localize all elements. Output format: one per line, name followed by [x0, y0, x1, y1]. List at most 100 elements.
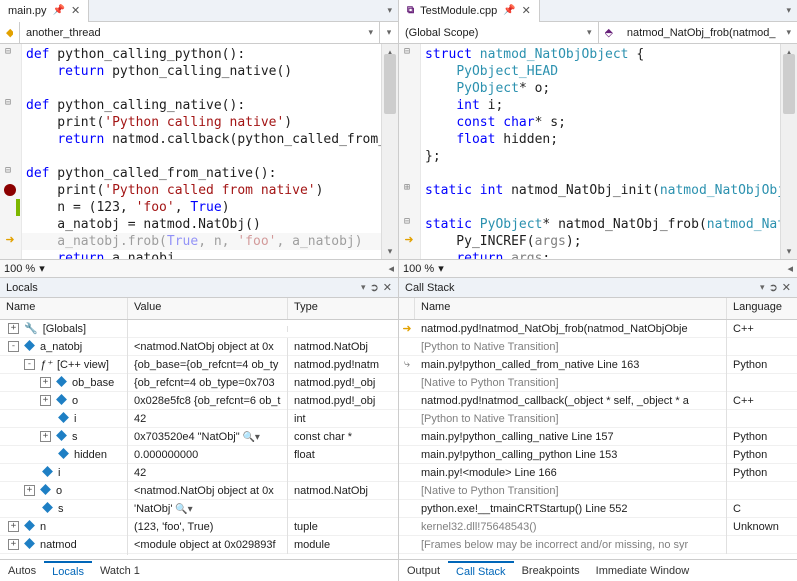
code-line[interactable]: [425, 165, 780, 182]
col-type[interactable]: Type: [288, 298, 398, 319]
close-icon[interactable]: ✕: [782, 281, 791, 294]
outline-toggle[interactable]: ⊟: [0, 165, 16, 176]
var-value[interactable]: 0x703520e4 "NatObj" 🔍▾: [128, 428, 288, 446]
code-line[interactable]: const char* s;: [425, 114, 780, 131]
scope-dropdown-left[interactable]: another_thread ▾: [20, 22, 380, 43]
col-name[interactable]: Name: [0, 298, 128, 319]
locals-title-bar[interactable]: Locals ▾ ➲ ✕: [0, 278, 398, 298]
locals-row[interactable]: +o0x028e5fc8 {ob_refcnt=6 ob_tnatmod.pyd…: [0, 392, 398, 410]
visualizer-icon[interactable]: 🔍▾: [172, 504, 192, 515]
code-line[interactable]: int i;: [425, 97, 780, 114]
outline-toggle[interactable]: ⊟: [0, 46, 16, 57]
locals-row[interactable]: hidden0.000000000float: [0, 446, 398, 464]
scroll-left-icon[interactable]: ◂: [388, 262, 394, 275]
scroll-down-icon[interactable]: ▾: [781, 243, 797, 259]
code-line[interactable]: struct natmod_NatObjObject {: [425, 46, 780, 63]
callstack-row[interactable]: [Python to Native Transition]: [399, 338, 797, 356]
code-line[interactable]: print('Python calling native'): [26, 114, 381, 131]
code-line[interactable]: return args;: [425, 250, 780, 259]
callstack-title-bar[interactable]: Call Stack ▾ ➲ ✕: [399, 278, 797, 298]
var-value[interactable]: 0.000000000: [128, 446, 288, 464]
expand-toggle[interactable]: +: [8, 521, 19, 532]
code-line[interactable]: def python_called_from_native():: [26, 165, 381, 182]
expand-toggle[interactable]: -: [8, 341, 19, 352]
footer-tab[interactable]: Locals: [44, 561, 92, 581]
var-value[interactable]: 42: [128, 410, 288, 428]
footer-tab[interactable]: Output: [399, 562, 448, 580]
code-line[interactable]: static int natmod_NatObj_init(natmod_Nat…: [425, 182, 780, 199]
var-value[interactable]: 0x028e5fc8 {ob_refcnt=6 ob_t: [128, 392, 288, 410]
locals-row[interactable]: +natmod<module object at 0x029893fmodule: [0, 536, 398, 554]
callstack-row[interactable]: main.py!python_calling_native Line 157Py…: [399, 428, 797, 446]
outline-toggle[interactable]: ⊟: [399, 216, 415, 227]
expand-toggle[interactable]: +: [40, 377, 51, 388]
vertical-scrollbar[interactable]: ▴ ▾: [780, 44, 797, 259]
footer-tab[interactable]: Autos: [0, 562, 44, 580]
code-line[interactable]: n = (123, 'foo', True): [26, 199, 381, 216]
expand-toggle[interactable]: +: [40, 431, 51, 442]
locals-row[interactable]: i42int: [0, 410, 398, 428]
locals-row[interactable]: -ƒ⁺[C++ view]{ob_base={ob_refcnt=4 ob_ty…: [0, 356, 398, 374]
scroll-left-icon[interactable]: ◂: [787, 262, 793, 275]
zoom-dropdown[interactable]: 100 % ▾: [4, 262, 45, 275]
code-line[interactable]: Py_INCREF(args);: [425, 233, 780, 250]
nav-icon[interactable]: ◆: [0, 22, 20, 43]
var-value[interactable]: {ob_base={ob_refcnt=4 ob_ty: [128, 356, 288, 374]
zoom-dropdown[interactable]: 100 % ▾: [403, 262, 444, 275]
callstack-grid[interactable]: ➜natmod.pyd!natmod_NatObj_frob(natmod_Na…: [399, 320, 797, 559]
footer-tab[interactable]: Breakpoints: [514, 562, 588, 580]
var-value[interactable]: <natmod.NatObj object at 0x: [128, 482, 288, 500]
scope-dropdown-right[interactable]: (Global Scope) ▾: [399, 22, 599, 43]
code-line[interactable]: return natmod.callback(python_called_fro…: [26, 131, 381, 148]
chevron-down-icon[interactable]: ▾: [381, 5, 398, 16]
pin-icon[interactable]: 📌: [503, 5, 515, 16]
file-tab-testmodule-cpp[interactable]: ⧉ TestModule.cpp 📌 ✕: [399, 0, 540, 22]
var-value[interactable]: <module object at 0x029893f: [128, 536, 288, 554]
var-value[interactable]: 42: [128, 464, 288, 482]
expand-toggle[interactable]: +: [8, 323, 19, 334]
vertical-scrollbar[interactable]: ▴ ▾: [381, 44, 398, 259]
callstack-row[interactable]: ➜natmod.pyd!natmod_NatObj_frob(natmod_Na…: [399, 320, 797, 338]
code-text-right[interactable]: struct natmod_NatObjObject { PyObject_HE…: [421, 44, 780, 259]
editor-gutter-right[interactable]: ⊟⊞⊟➜: [399, 44, 421, 259]
visualizer-icon[interactable]: 🔍▾: [240, 432, 260, 443]
col-name[interactable]: Name: [415, 298, 727, 319]
locals-row[interactable]: +🔧[Globals]: [0, 320, 398, 338]
callstack-row[interactable]: kernel32.dll!75648543()Unknown: [399, 518, 797, 536]
col-value[interactable]: Value: [128, 298, 288, 319]
chevron-down-icon[interactable]: ▾: [780, 5, 797, 16]
code-line[interactable]: print('Python called from native'): [26, 182, 381, 199]
footer-tab[interactable]: Immediate Window: [588, 562, 698, 580]
expand-toggle[interactable]: +: [24, 485, 35, 496]
var-value[interactable]: {ob_refcnt=4 ob_type=0x703: [128, 374, 288, 392]
editor-gutter-left[interactable]: ⊟⊟⊟➜: [0, 44, 22, 259]
pin-icon[interactable]: ➲: [769, 281, 778, 294]
close-icon[interactable]: ✕: [383, 281, 392, 294]
outline-toggle[interactable]: ⊞: [399, 182, 415, 193]
locals-row[interactable]: +s0x703520e4 "NatObj" 🔍▾const char *: [0, 428, 398, 446]
var-value[interactable]: [128, 326, 288, 332]
close-icon[interactable]: ✕: [522, 4, 531, 17]
scroll-down-icon[interactable]: ▾: [382, 243, 398, 259]
code-line[interactable]: float hidden;: [425, 131, 780, 148]
pin-icon[interactable]: ➲: [370, 281, 379, 294]
chevron-down-icon[interactable]: ▾: [380, 22, 398, 43]
var-value[interactable]: (123, 'foo', True): [128, 518, 288, 536]
code-line[interactable]: PyObject* o;: [425, 80, 780, 97]
chevron-down-icon[interactable]: ▾: [361, 282, 366, 293]
chevron-down-icon[interactable]: ▾: [760, 282, 765, 293]
outline-toggle[interactable]: ⊟: [399, 46, 415, 57]
code-line[interactable]: };: [425, 148, 780, 165]
code-area-right[interactable]: ⊟⊞⊟➜ struct natmod_NatObjObject { PyObje…: [399, 44, 797, 259]
code-line[interactable]: def python_calling_python():: [26, 46, 381, 63]
callstack-row[interactable]: natmod.pyd!natmod_callback(_object * sel…: [399, 392, 797, 410]
locals-row[interactable]: +o<natmod.NatObj object at 0xnatmod.NatO…: [0, 482, 398, 500]
expand-toggle[interactable]: +: [40, 395, 51, 406]
code-line[interactable]: return a_natobj: [26, 250, 381, 259]
locals-grid[interactable]: +🔧[Globals]-a_natobj<natmod.NatObj objec…: [0, 320, 398, 559]
col-language[interactable]: Language: [727, 298, 797, 319]
locals-row[interactable]: s'NatObj' 🔍▾: [0, 500, 398, 518]
file-tab-main-py[interactable]: main.py 📌 ✕: [0, 0, 89, 22]
code-text-left[interactable]: def python_calling_python(): return pyth…: [22, 44, 381, 259]
code-line[interactable]: [425, 199, 780, 216]
